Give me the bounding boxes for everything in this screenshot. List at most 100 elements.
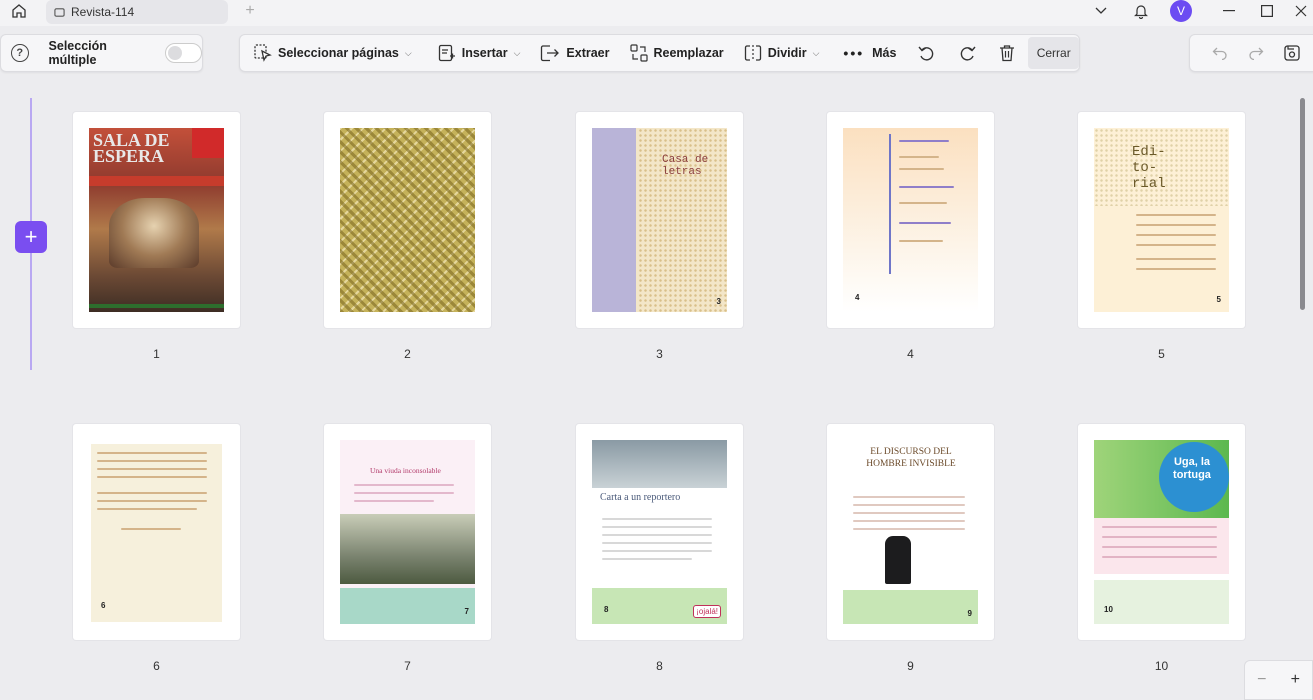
text-line [97,476,207,478]
page-label: 3 [716,297,721,306]
text-line [1102,536,1217,538]
page-number: 9 [907,659,914,673]
page-thumbnail[interactable]: EL DISCURSO DEL HOMBRE INVISIBLE 9 [827,424,994,640]
zoom-out-icon[interactable]: − [1257,671,1266,689]
insert-button[interactable]: Insertar ⌵ [432,38,527,68]
footer-strip [1094,580,1229,624]
chevron-down-icon: ⌵ [513,47,521,58]
trash-icon [1000,45,1015,62]
page-number: 3 [656,347,663,361]
document-tab[interactable]: Revista-114 [46,0,228,24]
page-heading: EL DISCURSO DEL HOMBRE INVISIBLE [866,447,956,469]
page-thumbnail[interactable]: Edi-to-rial 5 [1078,112,1245,328]
history-panel [1189,34,1313,72]
figure-illustration [885,536,911,584]
multi-select-toggle[interactable] [165,43,202,63]
user-avatar[interactable]: V [1170,0,1192,22]
text-line [899,168,944,170]
text-line [354,500,434,502]
rotate-left-button[interactable] [912,38,942,68]
bell-icon [1134,5,1148,19]
page-thumbnail[interactable]: 6 [73,424,240,640]
page-number: 10 [1154,659,1169,673]
page-number: 1 [153,347,160,361]
split-button[interactable]: Dividir ⌵ [738,38,826,68]
more-button[interactable]: ••• Más [837,38,902,68]
page-heading: Casa de letras [662,154,709,178]
page-thumbnail[interactable]: Uga, la tortuga 10 [1078,424,1245,640]
text-line [853,512,965,514]
rotate-right-icon [961,46,976,61]
notifications-button[interactable] [1126,0,1156,22]
photo [340,514,475,584]
chevron-down-button[interactable] [1086,0,1116,22]
text-line [899,156,939,158]
page-preview: Una viuda inconsolable 7 [340,440,475,624]
page-preview [340,128,475,312]
text-line [1136,258,1216,260]
text-line [121,528,181,530]
page-thumbnail[interactable]: Una viuda inconsolable 7 [324,424,491,640]
page-thumbnail[interactable] [324,112,491,328]
page-number: 8 [656,659,663,673]
undo-button[interactable] [1202,38,1238,68]
page-preview: Carta a un reportero ¡ojalá! 8 [592,440,727,624]
page-preview: Uga, la tortuga 10 [1094,440,1229,624]
minimize-button[interactable] [1214,0,1244,22]
text-line [602,534,712,536]
cover-banner [192,128,224,158]
redo-button[interactable] [1238,38,1274,68]
text-line [97,500,207,502]
vertical-scrollbar[interactable] [1300,98,1305,310]
text-line [602,526,712,528]
text-line [1136,268,1216,270]
page-label: 6 [101,601,106,610]
text-line [1102,546,1217,548]
home-icon [12,4,26,18]
more-dots-icon: ••• [843,45,865,61]
add-page-button[interactable]: + [15,221,47,253]
close-window-button[interactable] [1286,0,1313,22]
redo-icon [1249,47,1264,60]
page-heading: Una viuda inconsolable [370,466,441,475]
page-thumbnail[interactable]: 4 [827,112,994,328]
delete-button[interactable] [992,38,1022,68]
page-preview: SALA DE ESPERA [89,128,224,312]
page-label: 10 [1104,605,1113,614]
help-icon[interactable]: ? [11,44,29,62]
rotate-right-button[interactable] [952,38,982,68]
text-line [97,492,207,494]
page-preview: EL DISCURSO DEL HOMBRE INVISIBLE 9 [843,440,978,624]
page-preview: 4 [843,128,978,312]
header-photo [592,440,727,488]
text-line [602,558,692,560]
maximize-button[interactable] [1252,0,1282,22]
text-line [602,542,712,544]
page-preview: Casa de letras 3 [592,128,727,312]
page-thumbnail[interactable]: Carta a un reportero ¡ojalá! 8 [576,424,743,640]
replace-button[interactable]: Reemplazar [624,38,730,68]
text-line [97,452,207,454]
text-line [899,186,954,188]
text-line [97,468,207,470]
select-pages-button[interactable]: Seleccionar páginas ⌵ [248,38,418,68]
cover-footer [89,304,224,308]
text-line [1136,224,1216,226]
zoom-in-icon[interactable]: + [1291,671,1300,689]
new-tab-button[interactable]: + [240,2,260,20]
page-thumbnail[interactable]: Casa de letras 3 [576,112,743,328]
page-number: 6 [153,659,160,673]
maximize-icon [1261,5,1273,17]
tab-title: Revista-114 [71,5,135,19]
close-button[interactable]: Cerrar [1028,37,1080,69]
page-number: 2 [404,347,411,361]
save-button[interactable] [1274,38,1310,68]
page-thumbnail[interactable]: SALA DE ESPERA [73,112,240,328]
text-line [899,140,949,142]
page-number: 4 [907,347,914,361]
page-number: 7 [404,659,411,673]
home-button[interactable] [6,0,32,22]
save-icon [1284,45,1300,61]
extract-button[interactable]: Extraer [534,38,615,68]
select-pages-label: Seleccionar páginas [278,46,399,60]
